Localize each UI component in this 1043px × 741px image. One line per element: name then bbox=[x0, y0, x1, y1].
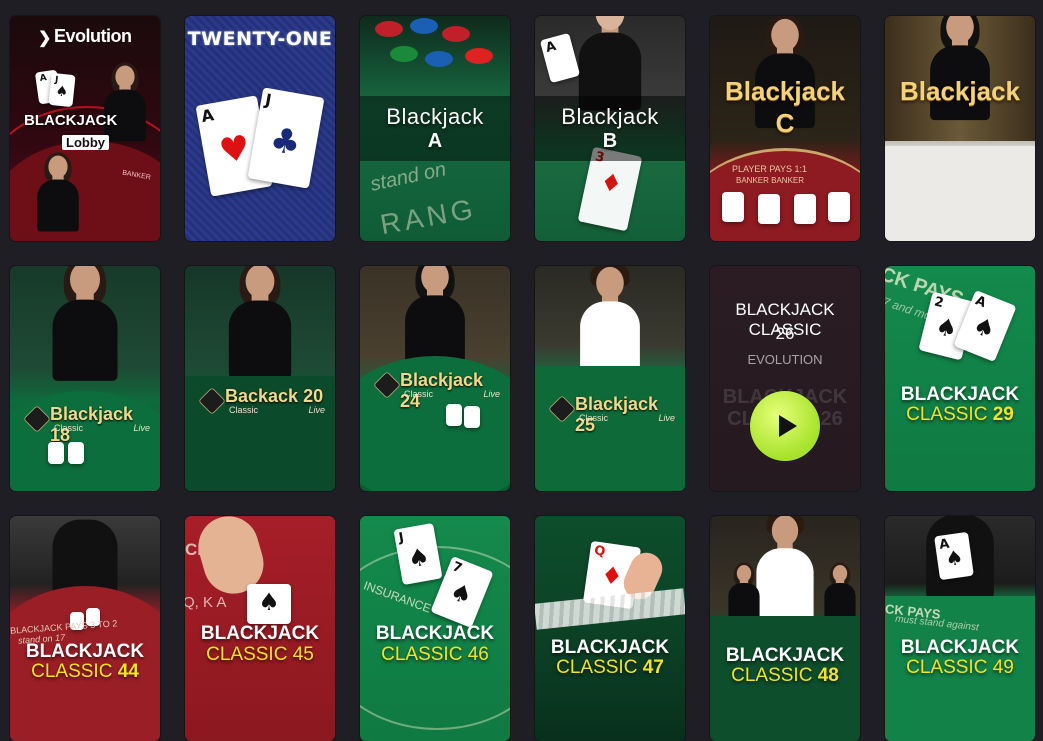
table-card bbox=[722, 192, 744, 222]
blackjack-badge-icon bbox=[198, 387, 226, 415]
game-tile-blackjack-20[interactable]: Backack 20 Classic Live bbox=[185, 266, 335, 491]
dealer-woman bbox=[101, 62, 149, 142]
card-jack-spades: J ♠ bbox=[393, 522, 443, 586]
tile-subtitle: CLASSIC 47 bbox=[556, 657, 664, 678]
blackjack-badge-icon bbox=[23, 405, 51, 433]
tile-title: Blackjack bbox=[725, 76, 845, 106]
tile-title: Blackjack bbox=[900, 76, 1020, 106]
tile-title: BLACKJACK bbox=[375, 623, 495, 644]
tile-title: BLACKJACK bbox=[24, 112, 118, 129]
table-card bbox=[794, 194, 816, 224]
felt-text: stand on bbox=[368, 158, 449, 196]
table-card bbox=[48, 442, 64, 464]
dealer-woman bbox=[48, 266, 123, 381]
blackjack-badge-icon bbox=[373, 371, 401, 399]
tile-title: BLACKJACK bbox=[25, 641, 145, 662]
game-badge: Blackjack 25 Classic Live bbox=[548, 394, 679, 435]
game-tile-blackjack-classic-44[interactable]: BLACKJACK PAYS 3 TO 2 stand on 17 BLACKJ… bbox=[10, 516, 160, 741]
game-tile-blackjack-lobby[interactable]: ❯ Evolution A J ♠ BLACKJACK Lobby BANKER bbox=[10, 16, 160, 241]
tile-subtitle: CLASSIC 48 bbox=[731, 665, 839, 686]
table-card bbox=[758, 194, 780, 224]
card-jack-clubs: J ♣ bbox=[247, 87, 325, 189]
dealer-man bbox=[576, 266, 645, 377]
game-tile-blackjack-a[interactable]: Blackjack A stand on RANG bbox=[360, 16, 510, 241]
game-tile-blackjack-24[interactable]: Blackjack 24 Classic Live bbox=[360, 266, 510, 491]
tile-letter: C bbox=[775, 108, 795, 138]
game-tile-blackjack-classic-26[interactable]: BLACKJACK CLASSIC 26 BLACKJACK CLASSIC 2… bbox=[710, 266, 860, 491]
table-card bbox=[446, 404, 462, 426]
tile-title: BLACKJACK bbox=[900, 384, 1020, 405]
table-white bbox=[885, 146, 1035, 241]
dealer-woman bbox=[401, 266, 470, 371]
felt-text-2: RANG bbox=[377, 192, 479, 241]
blackjack-badge-icon bbox=[548, 395, 576, 423]
game-tile-blackjack-classic-46[interactable]: INSURANCE J ♠ 7 ♠ BLACKJACK CLASSIC 46 bbox=[360, 516, 510, 741]
tile-title: BLACKJACK bbox=[900, 637, 1020, 658]
card-ace-spades: ♠ bbox=[247, 584, 291, 624]
dealer-woman-background bbox=[726, 562, 762, 622]
play-button[interactable] bbox=[750, 391, 820, 461]
tile-title: Blackjack bbox=[561, 104, 659, 129]
game-tile-blackjack-classic-49[interactable]: A ♠ CK PAYS must stand against BLACKJACK … bbox=[885, 516, 1035, 741]
table-card bbox=[464, 406, 480, 428]
game-grid: ❯ Evolution A J ♠ BLACKJACK Lobby BANKER … bbox=[0, 0, 1043, 741]
table-red bbox=[10, 141, 160, 241]
tile-subtitle: CLASSIC 45 bbox=[206, 644, 314, 665]
tile-title: BLACKJACK bbox=[550, 637, 670, 658]
evolution-wordmark: Evolution bbox=[54, 26, 132, 46]
dealer-woman-2 bbox=[34, 152, 82, 232]
tile-subtitle: CLASSIC 49 bbox=[906, 657, 1014, 678]
tile-letter: B bbox=[602, 130, 618, 152]
lobby-card-jack: J ♠ bbox=[48, 72, 76, 108]
game-tile-blackjack-18[interactable]: Blackjack 18 Classic Live bbox=[10, 266, 160, 491]
evolution-logo: ❯ Evolution bbox=[38, 26, 138, 48]
game-tile-blackjack-c[interactable]: Blackjack C PLAYER PAYS 1:1 BANKER BANKE… bbox=[710, 16, 860, 241]
felt-text-2: Q, K A bbox=[185, 594, 227, 611]
game-tile-blackjack-classic-47[interactable]: Q ♦ BLACKJACK CLASSIC 47 bbox=[535, 516, 685, 741]
table-card bbox=[828, 192, 850, 222]
game-tile-blackjack-classic-48[interactable]: BLACKJACK CLASSIC 48 bbox=[710, 516, 860, 741]
provider-name: EVOLUTION bbox=[747, 352, 823, 367]
lobby-label: Lobby bbox=[62, 135, 109, 150]
tile-subtitle: CLASSIC 46 bbox=[381, 644, 489, 665]
card-ace-spades: A ♠ bbox=[934, 531, 974, 581]
tile-title: BLACKJACK bbox=[200, 623, 320, 644]
table-card bbox=[68, 442, 84, 464]
tile-title: TWENTY-ONE bbox=[187, 28, 333, 50]
game-tile-blackjack-classic-45[interactable]: CK PAYS Q, K A ♠ BLACKJACK CLASSIC 45 bbox=[185, 516, 335, 741]
game-tile-blackjack-classic-29[interactable]: CK PAYS 7 and more draw 2♠ A♠ BLACKJACK … bbox=[885, 266, 1035, 491]
dealer-woman bbox=[224, 266, 296, 379]
dealer-woman-background bbox=[822, 562, 858, 622]
tile-title: Blackjack bbox=[386, 104, 484, 129]
felt-text-2: BANKER BANKER bbox=[736, 176, 805, 185]
game-badge: Blackjack 18 Classic Live bbox=[23, 404, 154, 445]
tile-subtitle: CLASSIC 29 bbox=[906, 404, 1014, 425]
game-tile-blackjack-25[interactable]: Blackjack 25 Classic Live bbox=[535, 266, 685, 491]
game-badge: Backack 20 Classic Live bbox=[198, 386, 329, 415]
evolution-logo-icon: ❯ bbox=[38, 30, 52, 47]
tile-letter: A bbox=[427, 130, 443, 152]
game-badge: Blackjack 24 Classic Live bbox=[373, 370, 504, 411]
felt-text: PLAYER PAYS 1:1 bbox=[732, 164, 808, 174]
chip-stack bbox=[370, 16, 500, 86]
game-tile-blackjack-b[interactable]: A 3♦ Blackjack B bbox=[535, 16, 685, 241]
play-icon bbox=[779, 415, 797, 437]
tile-title: BLACKJACK bbox=[725, 645, 845, 666]
game-tile-blackjack[interactable]: Blackjack bbox=[885, 16, 1035, 241]
tile-number: 26 bbox=[775, 324, 795, 343]
tile-subtitle: CLASSIC 44 bbox=[31, 661, 139, 682]
game-tile-twenty-one[interactable]: TWENTY-ONE A ♥ J ♣ bbox=[185, 16, 335, 241]
